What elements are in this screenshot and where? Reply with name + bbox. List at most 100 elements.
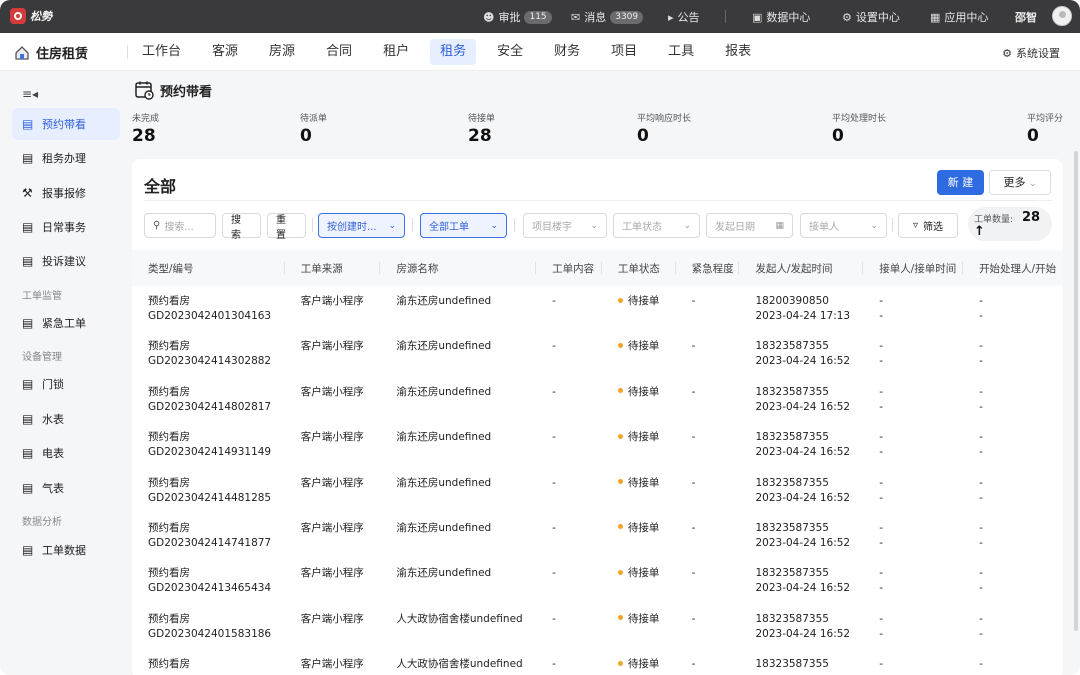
order-source: 客户端小程序 — [300, 431, 364, 444]
sidebar-item[interactable]: ▤ 工单数据 — [12, 534, 120, 566]
nav-tab-1[interactable]: 客源 — [202, 39, 248, 65]
table-row[interactable]: 预约看房 GD2023042413465434 客户端小程序 渝东还房undefine… — [132, 558, 1063, 603]
sidebar-item[interactable]: ▤ 日常事务 — [12, 211, 120, 243]
table-cell: - — [676, 604, 740, 649]
order-source: 客户端小程序 — [300, 521, 364, 534]
column-header[interactable]: 房源名称 — [380, 250, 537, 286]
receiver: - — [879, 431, 883, 444]
scrollbar[interactable] — [1074, 151, 1078, 631]
data-center-button[interactable]: ▣ 数据中心 — [752, 9, 810, 25]
column-header[interactable]: 接单人/接单时间 — [863, 250, 964, 286]
table-row[interactable]: 预约看房 GD2023042401583186 客户端小程序 人大政协宿舍楼undef… — [132, 604, 1063, 649]
new-button[interactable]: 新 建 — [937, 170, 984, 195]
table-cell: -- — [963, 286, 1063, 331]
logo-icon — [10, 8, 26, 24]
gear-icon: ⚙ — [1002, 46, 1012, 60]
sidebar-item[interactable]: ▤ 投诉建议 — [12, 245, 120, 277]
calendar-icon: ▤ — [22, 117, 34, 131]
sidebar-item[interactable]: ▤ 气表 — [12, 472, 120, 504]
column-header[interactable]: 工单内容 — [536, 250, 602, 286]
column-header-label: 工单来源 — [300, 262, 343, 275]
nav-tab-5[interactable]: 租务 — [430, 39, 477, 65]
nav-tab-9[interactable]: 工具 — [658, 39, 704, 65]
column-header[interactable]: 工单来源 — [284, 250, 381, 286]
project-select[interactable]: 项目楼宇 ⌄ — [523, 213, 607, 238]
sidebar-item[interactable]: ▤ 预约带看 — [12, 108, 120, 140]
nav-tab-10[interactable]: 报表 — [715, 39, 761, 65]
order-type: 预约看房 — [148, 521, 190, 534]
status-dot-icon — [617, 297, 623, 303]
house-name: 渝东还房undefined — [396, 340, 492, 353]
sidebar-item-label: 租务办理 — [42, 152, 86, 165]
sort-select[interactable]: 按创建时... ⌄ — [318, 213, 405, 238]
user-name[interactable]: 邵智 — [1015, 9, 1037, 25]
sidebar-item[interactable]: ▤ 门锁 — [12, 368, 120, 400]
content: 预约带看 未完成 28 待派单 0 待接单 28 平均响应时长 0 平均处理时长 0 平均… — [132, 71, 1080, 675]
sidebar-item[interactable]: ▤ 电表 — [12, 437, 120, 469]
nav-tab-3[interactable]: 合同 — [316, 39, 362, 65]
table-cell: - — [536, 286, 602, 331]
table-cell: 预约看房 GD2023042413465434 — [132, 558, 285, 603]
table-row[interactable]: 预约看房 GD2023042401304163 客户端小程序 渝东还房undefine… — [132, 286, 1063, 331]
brand[interactable]: 住房租赁 — [14, 43, 88, 62]
nav-tab-4[interactable]: 租户 — [373, 39, 419, 65]
search-input[interactable]: ⚲ 搜索... — [144, 213, 216, 238]
type-select[interactable]: 全部工单 ⌄ — [420, 213, 507, 238]
nav-tab-2[interactable]: 房源 — [259, 39, 305, 65]
status-select[interactable]: 工单状态 ⌄ — [613, 213, 700, 238]
table-row[interactable]: 预约看房 GD2023042414802817 客户端小程序 渝东还房undefine… — [132, 377, 1063, 422]
table-row[interactable]: 预约看房 GD2023042414741877 客户端小程序 渝东还房undefine… — [132, 513, 1063, 558]
type-value: 全部工单 — [429, 222, 469, 233]
column-header[interactable]: 紧急程度 — [675, 250, 740, 286]
sidebar-item[interactable]: ▤ 水表 — [12, 403, 120, 435]
approve-button[interactable]: ☻ 审批 115 — [483, 9, 552, 25]
message-button[interactable]: ✉ 消息 3309 — [571, 9, 644, 25]
house-name: 渝东还房undefined — [396, 521, 492, 534]
notice-button[interactable]: ▸ 公告 — [668, 9, 700, 25]
nav-tab-6[interactable]: 安全 — [487, 39, 533, 65]
column-header[interactable]: 工单状态 — [601, 250, 676, 286]
alert-list-icon: ▤ — [22, 316, 34, 330]
initiator: 18323587355 — [755, 340, 829, 353]
stat-avg-score: 平均评分 0 — [1027, 111, 1063, 146]
app-logo[interactable]: 松勢 — [10, 8, 52, 24]
order-content: - — [552, 385, 556, 398]
status-badge: 待接单 — [617, 657, 676, 672]
nav-tab-8[interactable]: 项目 — [601, 39, 647, 65]
app-center-button[interactable]: ▦ 应用中心 — [930, 9, 988, 25]
table-cell: 18323587355 2023-04-24 16:52 — [739, 422, 863, 467]
brand-name: 住房租赁 — [36, 47, 89, 62]
receiver-select[interactable]: 接单人 ⌄ — [800, 213, 887, 238]
nav-tab-0[interactable]: 工作台 — [132, 39, 191, 65]
nav-tab-7[interactable]: 财务 — [544, 39, 590, 65]
sidebar-item[interactable]: ▤ 租务办理 — [12, 142, 120, 174]
table-cell: 预约看房 GD2023042414481285 — [132, 468, 285, 513]
table-cell: 待接单 — [602, 422, 676, 467]
column-header[interactable]: 开始处理人/开始 — [963, 250, 1063, 286]
settings-center-button[interactable]: ⚙ 设置中心 — [842, 9, 900, 25]
table-row[interactable]: 预约看房 GD2023042414481285 客户端小程序 渝东还房undefine… — [132, 468, 1063, 513]
table-row[interactable]: 预约看房 GD2023042414302882 客户端小程序 渝东还房undefine… — [132, 331, 1063, 376]
sidebar-item[interactable]: ▤ 紧急工单 — [12, 307, 120, 339]
table-row[interactable]: 预约看房 客户端小程序 人大政协宿舍楼undefined - 待接单 - 183235873… — [132, 649, 1063, 675]
avatar[interactable] — [1052, 6, 1072, 26]
sidebar-item[interactable]: ⚒ 报事报修 — [12, 177, 120, 209]
column-header[interactable]: 类型/编号 — [132, 250, 285, 286]
column-header[interactable]: 发起人/发起时间 — [739, 250, 864, 286]
table-cell: 18323587355 2023-04-24 16:52 — [739, 604, 863, 649]
system-settings-button[interactable]: ⚙ 系统设置 — [1002, 45, 1060, 61]
table-row[interactable]: 预约看房 GD2023042414931149 客户端小程序 渝东还房undefine… — [132, 422, 1063, 467]
arrow-up-icon[interactable]: ↑ — [974, 224, 985, 239]
table-cell: 待接单 — [602, 558, 676, 603]
initiator: 18200390850 — [755, 295, 829, 307]
collapse-sidebar-icon[interactable]: ≡◂ — [22, 87, 38, 101]
status-label: 待接单 — [627, 567, 660, 580]
search-button[interactable]: 搜 索 — [222, 213, 261, 241]
sidebar-group-label: 设备管理 — [22, 352, 62, 363]
date-picker[interactable]: 发起日期 ▦ — [706, 213, 793, 238]
reset-button[interactable]: 重 置 — [267, 213, 306, 241]
more-button[interactable]: 更多 ⌄ — [989, 170, 1051, 195]
filter-button[interactable]: ▿ 筛选 — [898, 213, 958, 238]
order-source: 客户端小程序 — [300, 658, 364, 671]
table-cell: 渝东还房undefined — [380, 377, 536, 422]
